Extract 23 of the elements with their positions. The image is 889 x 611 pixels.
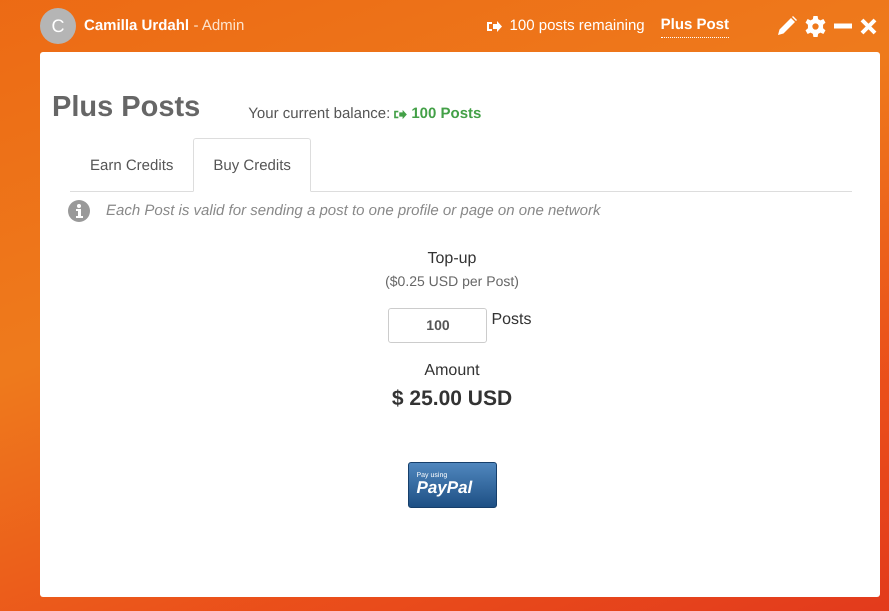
- rate-text: ($0.25 USD per Post): [385, 272, 519, 291]
- user-role: - Admin: [193, 17, 244, 34]
- sign-in-icon: [486, 20, 502, 32]
- posts-remaining-text: 100 posts remaining: [510, 16, 645, 36]
- balance-value: 100 Posts: [411, 104, 482, 124]
- pencil-icon[interactable]: [777, 16, 797, 36]
- topup-title: Top-up: [428, 248, 476, 268]
- user-avatar: C: [40, 8, 76, 44]
- minimize-icon[interactable]: [834, 23, 852, 29]
- page-title: Plus Posts: [52, 90, 200, 125]
- sign-in-icon: [394, 108, 408, 120]
- balance-label: Your current balance:: [248, 104, 390, 124]
- tab[interactable]: Buy Credits: [193, 138, 311, 192]
- amount-label: Amount: [424, 360, 480, 380]
- close-icon[interactable]: [860, 18, 877, 34]
- settings-icon[interactable]: [805, 16, 826, 36]
- info-text: Each Post is valid for sending a post to one profile or page on one network: [106, 201, 600, 221]
- unit-label: Posts: [491, 310, 532, 330]
- tab[interactable]: Earn Credits: [70, 138, 194, 192]
- amount-value: $ 25.00 USD: [392, 386, 512, 412]
- user-name: Camilla Urdahl: [84, 17, 190, 34]
- info-icon: [68, 200, 90, 222]
- quantity-field[interactable]: 100: [388, 308, 488, 342]
